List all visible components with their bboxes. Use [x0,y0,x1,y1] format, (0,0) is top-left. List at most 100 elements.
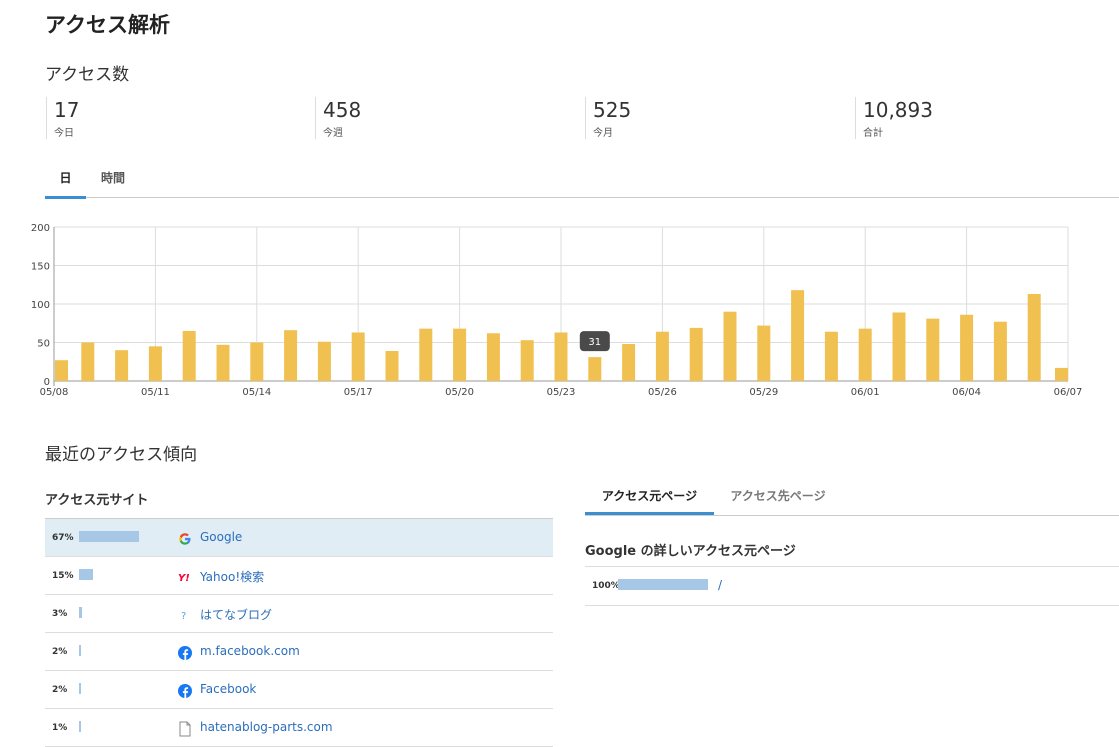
share-percent: 2% [52,647,68,657]
x-tick-label: 05/17 [344,387,373,398]
y-tick-label: 50 [37,339,50,350]
stat-week: 458 今週 [315,97,361,139]
yahoo-icon: Y! [178,569,192,584]
share-bar [618,579,708,590]
source-name[interactable]: Facebook [200,682,256,696]
stat-label: 今日 [54,128,74,139]
chart-bar [385,350,399,381]
chart-bar [1027,293,1041,381]
share-bar [79,721,81,732]
chart-bar [284,330,298,381]
share-percent: 1% [52,723,68,733]
x-tick-label: 05/20 [445,387,474,398]
detail-list: 100% / [585,566,1119,606]
source-name[interactable]: Google [200,530,242,544]
chart-bar [689,327,703,381]
stat-value: 10,893 [863,98,933,122]
stat-label: 今月 [593,128,613,139]
chart-bar [250,342,264,381]
hatena-icon: ? [178,607,192,622]
chart-bar [960,314,974,381]
source-name[interactable]: はてなブログ [200,606,272,623]
page-icon [178,721,192,737]
chart-bar [892,312,906,381]
source-row-hatena[interactable]: 3% ? はてなブログ [45,595,553,633]
x-tick-label: 05/11 [141,387,170,398]
x-tick-label: 05/08 [40,387,69,398]
detail-title: Google の詳しいアクセス元ページ [585,544,796,559]
share-bar [79,531,140,542]
chart-bar [486,333,500,381]
x-tick-label: 05/29 [749,387,778,398]
x-tick-label: 06/07 [1054,387,1083,398]
chart-bar [1055,367,1068,381]
x-tick-label: 05/26 [648,387,677,398]
stat-value: 458 [323,98,362,122]
x-tick-label: 05/14 [242,387,271,398]
chart-bar [993,321,1007,381]
source-name[interactable]: Yahoo!検索 [200,568,264,585]
chart-bar [791,290,805,381]
stat-value: 17 [54,98,80,122]
y-tick-label: 200 [31,223,50,234]
detail-page-link[interactable]: / [718,578,722,592]
chart-tooltip-value: 31 [588,337,601,348]
tab-hour[interactable]: 時間 [95,168,131,196]
source-row-hatenablog-parts[interactable]: 1% hatenablog-parts.com [45,709,553,747]
page-tabs: アクセス元ページ アクセス先ページ [585,481,1119,516]
share-percent: 15% [52,571,74,581]
daily-access-chart: 05010015020005/08 05/11 05/14 05/17 05/20 05/… [31,223,1083,398]
page-title: アクセス解析 [45,13,170,37]
sources-title: アクセス元サイト [45,493,149,508]
chart-bar [554,332,568,381]
tab-referrer-pages[interactable]: アクセス元ページ [585,481,714,515]
facebook-icon [178,683,192,698]
stat-month: 525 今月 [585,97,631,139]
chart-bar [655,331,669,381]
detail-row[interactable]: 100% / [585,567,1119,606]
chart-bar [757,325,771,381]
period-tabs: 日 時間 [45,168,1119,199]
source-list: 67% Google 15% Y! Yahoo!検索 3% ? はてなブログ 2… [45,518,553,747]
chart-bar [55,360,68,381]
source-row-yahoo[interactable]: 15% Y! Yahoo!検索 [45,557,553,595]
chart-bar [81,342,95,381]
chart-bar [520,340,534,381]
stat-label: 合計 [863,128,883,139]
chart-bar [351,332,365,381]
facebook-icon [178,645,192,660]
svg-text:Y!: Y! [178,573,190,584]
y-tick-label: 100 [31,300,50,311]
source-name[interactable]: hatenablog-parts.com [200,720,333,734]
trend-title: 最近のアクセス傾向 [45,445,198,465]
stat-label: 今週 [323,128,343,139]
stat-total: 10,893 合計 [855,97,933,139]
chart-bar [723,311,737,381]
share-bar [79,569,93,580]
share-percent: 3% [52,609,68,619]
source-row-m-facebook[interactable]: 2% m.facebook.com [45,633,553,671]
chart-bar [216,344,230,381]
share-bar [79,645,81,656]
stat-today: 17 今日 [46,97,79,139]
stat-value: 525 [593,98,632,122]
chart-bar [858,328,872,381]
source-name[interactable]: m.facebook.com [200,644,300,658]
tab-landing-pages[interactable]: アクセス先ページ [723,481,833,512]
source-row-facebook[interactable]: 2% Facebook [45,671,553,709]
tab-day[interactable]: 日 [45,168,86,199]
x-tick-label: 06/04 [952,387,981,398]
x-tick-label: 05/23 [547,387,576,398]
share-bar [79,683,81,694]
source-row-google[interactable]: 67% Google [45,519,553,557]
x-tick-label: 06/01 [851,387,880,398]
chart-bar [317,341,331,381]
svg-text:?: ? [181,611,186,622]
chart-bar [453,328,467,381]
google-icon [178,531,192,545]
share-percent: 100% [592,581,620,591]
y-tick-label: 150 [31,262,50,273]
share-percent: 67% [52,533,74,543]
chart-bar [115,350,129,381]
chart-bar [182,330,196,381]
